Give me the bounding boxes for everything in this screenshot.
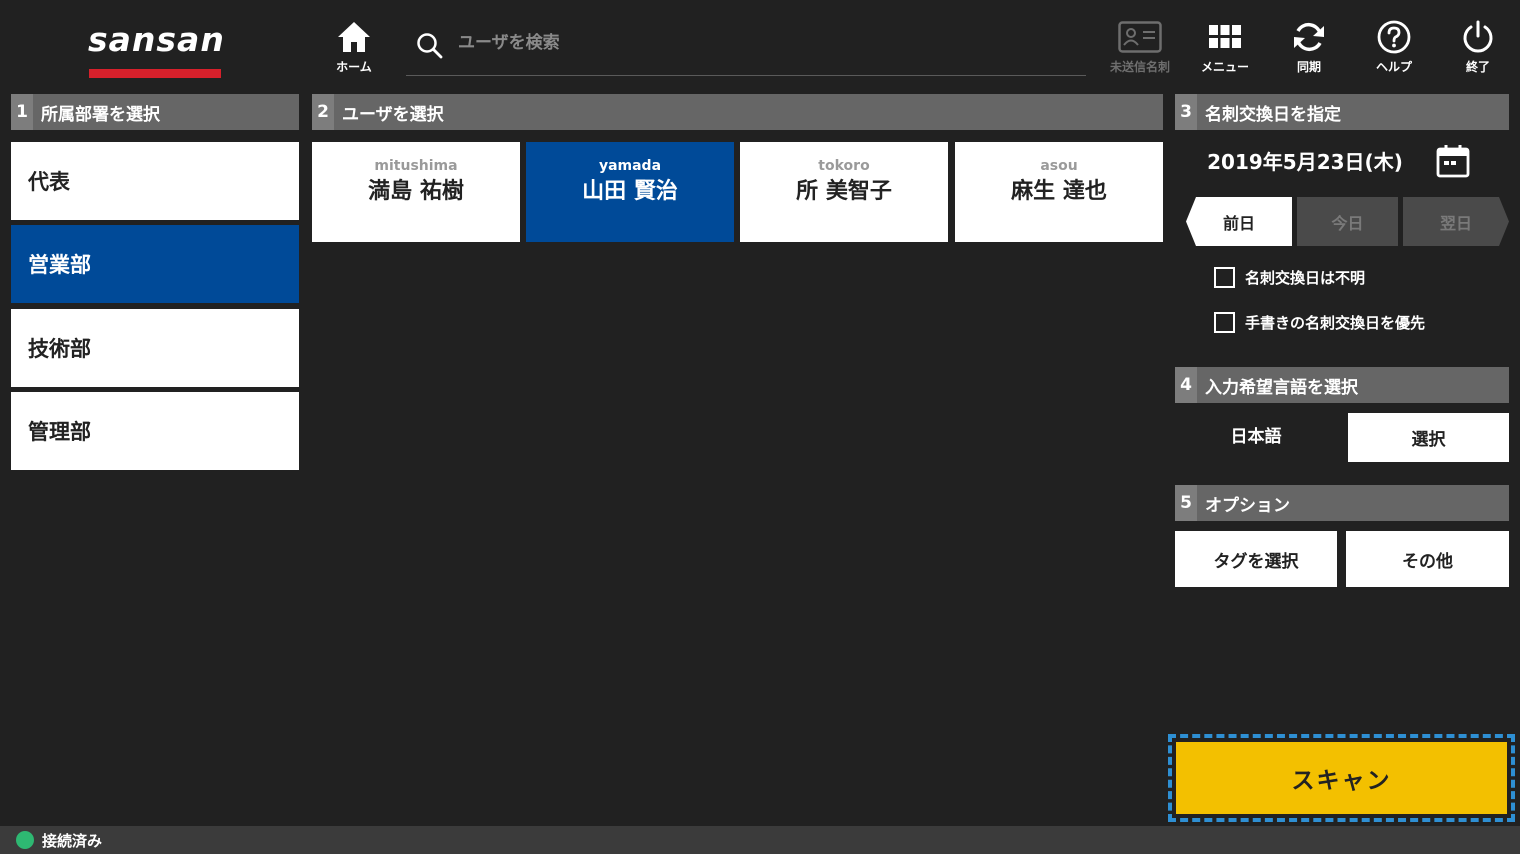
date-unknown-checkbox[interactable]: 名刺交換日は不明 <box>1214 265 1365 289</box>
dept-label: 営業部 <box>28 253 91 277</box>
exit-button[interactable]: 終了 <box>1438 14 1518 82</box>
section-title: 入力希望言語を選択 <box>1205 377 1358 398</box>
menu-button[interactable]: メニュー <box>1185 14 1265 82</box>
business-card-icon <box>1118 21 1162 53</box>
select-tag-button[interactable]: タグを選択 <box>1175 531 1337 587</box>
section-title: 所属部署を選択 <box>41 104 160 125</box>
scan-focus-ring: スキャン <box>1168 734 1515 822</box>
connection-status-dot <box>16 831 34 849</box>
checkbox-box[interactable] <box>1214 311 1235 333</box>
user-name: 麻生 達也 <box>1011 179 1107 204</box>
scan-button[interactable]: スキャン <box>1176 742 1507 814</box>
menu-label: メニュー <box>1200 60 1249 74</box>
dept-section-header: 1 所属部署を選択 <box>11 94 299 130</box>
help-button[interactable]: ヘルプ <box>1354 14 1434 82</box>
section-title: 名刺交換日を指定 <box>1205 104 1341 125</box>
home-label: ホーム <box>336 60 372 74</box>
lang-section-header: 4 入力希望言語を選択 <box>1175 367 1509 403</box>
user-card[interactable]: asou 麻生 達也 <box>955 142 1163 242</box>
user-romaji: yamada <box>598 158 662 174</box>
home-icon <box>338 22 370 52</box>
power-icon <box>1463 20 1493 53</box>
dept-item-sales[interactable]: 営業部 <box>11 225 299 303</box>
sansan-logo: sansan <box>88 18 225 80</box>
today-button[interactable]: 今日 <box>1297 197 1398 246</box>
user-section-header: 2 ユーザを選択 <box>312 94 1163 130</box>
sync-icon <box>1294 22 1324 52</box>
user-romaji: mitushima <box>374 158 458 174</box>
user-romaji: asou <box>1040 158 1078 174</box>
exit-label: 終了 <box>1465 60 1490 74</box>
search-input[interactable] <box>458 28 1058 58</box>
user-name: 所 美智子 <box>796 179 892 204</box>
language-select-button[interactable]: 選択 <box>1348 413 1509 462</box>
dept-label: 技術部 <box>28 337 91 361</box>
checkbox-label: 名刺交換日は不明 <box>1245 268 1366 287</box>
prev-day-button[interactable]: 前日 <box>1186 197 1292 246</box>
dept-item-engineering[interactable]: 技術部 <box>11 309 299 387</box>
current-language: 日本語 <box>1230 427 1282 447</box>
user-name: 山田 賢治 <box>582 179 678 204</box>
checkbox-box[interactable] <box>1214 266 1235 288</box>
dept-label: 管理部 <box>28 420 91 444</box>
dept-item-management[interactable]: 管理部 <box>11 392 299 470</box>
sync-button[interactable]: 同期 <box>1269 14 1349 82</box>
checkbox-label: 手書きの名刺交換日を優先 <box>1245 313 1426 332</box>
section-number: 4 <box>1175 367 1197 403</box>
section-number: 3 <box>1175 94 1197 130</box>
exchange-date: 2019年5月23日(木) <box>1207 150 1403 174</box>
dept-label: 代表 <box>28 170 70 194</box>
date-section-header: 3 名刺交換日を指定 <box>1175 94 1509 130</box>
other-options-button[interactable]: その他 <box>1346 531 1509 587</box>
next-day-button[interactable]: 翌日 <box>1403 197 1509 246</box>
section-number: 1 <box>11 94 33 130</box>
grid-menu-icon <box>1209 25 1241 48</box>
section-number: 5 <box>1175 485 1197 521</box>
home-button[interactable]: ホーム <box>314 14 394 82</box>
section-number: 2 <box>312 94 334 130</box>
user-romaji: tokoro <box>818 158 870 174</box>
user-card[interactable]: mitushima 満島 祐樹 <box>312 142 520 242</box>
user-search-bar[interactable] <box>406 20 1086 76</box>
unsent-cards-button[interactable]: 未送信名刺 <box>1100 14 1180 82</box>
logo-bar <box>89 69 221 78</box>
user-name: 満島 祐樹 <box>368 179 464 204</box>
dept-item-representative[interactable]: 代表 <box>11 142 299 220</box>
logo-text: sansan <box>88 20 225 59</box>
option-section-header: 5 オプション <box>1175 485 1509 521</box>
search-icon <box>417 33 443 59</box>
calendar-button[interactable] <box>1436 144 1472 180</box>
connection-status-text: 接続済み <box>42 831 103 850</box>
unsent-cards-label: 未送信名刺 <box>1109 60 1170 74</box>
sync-label: 同期 <box>1296 60 1321 74</box>
section-title: オプション <box>1205 495 1290 516</box>
section-title: ユーザを選択 <box>342 104 444 125</box>
prefer-handwritten-checkbox[interactable]: 手書きの名刺交換日を優先 <box>1214 310 1425 334</box>
status-bar: 接続済み <box>0 826 1520 854</box>
user-card[interactable]: yamada 山田 賢治 <box>526 142 734 242</box>
user-card[interactable]: tokoro 所 美智子 <box>740 142 948 242</box>
help-label: ヘルプ <box>1375 60 1412 74</box>
calendar-icon <box>1436 145 1470 178</box>
help-icon <box>1377 20 1411 54</box>
